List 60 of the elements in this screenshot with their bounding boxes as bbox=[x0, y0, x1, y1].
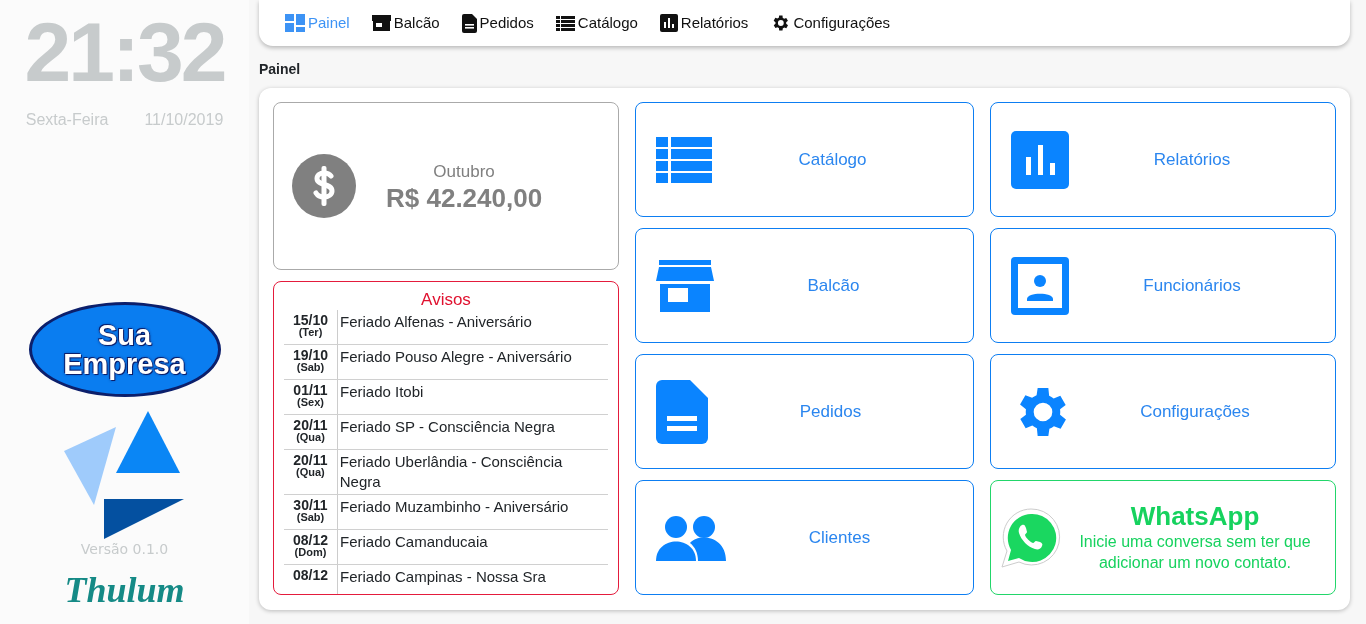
notice-date: 08/12 bbox=[292, 567, 328, 584]
logo-text: Sua bbox=[97, 320, 152, 350]
menu-tile[interactable]: Configurações bbox=[990, 354, 1336, 469]
notice-date: 20/11 bbox=[293, 417, 328, 434]
notice-text: Feriado Itobi bbox=[339, 382, 425, 403]
nav-link[interactable]: Balcão bbox=[371, 11, 440, 35]
list-icon bbox=[656, 136, 712, 183]
whatsapp-icon bbox=[999, 505, 1063, 570]
contact-icon bbox=[1011, 256, 1069, 315]
menu-tile[interactable]: Relatórios bbox=[990, 102, 1336, 217]
logo-text: Empresa bbox=[63, 349, 186, 379]
notice-date: 01/11 bbox=[293, 382, 328, 399]
dashboard-icon bbox=[285, 14, 305, 32]
brand-logo: Thulum bbox=[64, 572, 185, 608]
nav-link[interactable]: Relatórios bbox=[659, 11, 749, 35]
store-icon bbox=[371, 15, 391, 31]
whatsapp-tile[interactable]: WhatsApp Inicie uma conversa sem ter que adicionar um novo contato. bbox=[990, 480, 1336, 595]
notice-text: Feriado Muzambinho - Aniversário bbox=[339, 497, 570, 518]
store-icon bbox=[656, 259, 714, 312]
whatsapp-description: Inicie uma conversa sem ter que adicionar um novo contato. bbox=[1078, 532, 1312, 574]
nav-link[interactable]: Pedidos bbox=[461, 11, 534, 35]
notices-title: Avisos bbox=[420, 290, 472, 311]
triangle-logo-icon bbox=[63, 411, 186, 539]
nav-link[interactable]: Painel bbox=[285, 11, 350, 35]
notice-weekday: (Sex) bbox=[296, 397, 325, 409]
notice-date: 30/11 bbox=[293, 497, 328, 514]
notice-weekday: (Qua) bbox=[295, 467, 326, 479]
notice-date: 19/10 bbox=[292, 347, 328, 364]
month-label: Outubro bbox=[432, 160, 496, 183]
notice-weekday: (Sab) bbox=[295, 512, 326, 524]
menu-tile[interactable]: Balcão bbox=[635, 228, 974, 343]
list-icon bbox=[555, 15, 575, 31]
notice-weekday: (Qua) bbox=[295, 432, 326, 444]
bar-chart-icon bbox=[659, 14, 678, 32]
total-amount: R$ 42.240,00 bbox=[386, 184, 543, 214]
menu-tile[interactable]: Catálogo bbox=[635, 102, 974, 217]
dollar-icon bbox=[292, 154, 356, 218]
nav-link[interactable]: Configurações bbox=[770, 11, 891, 35]
notice-date: 15/10 bbox=[292, 312, 328, 329]
nav-link[interactable]: Catálogo bbox=[555, 11, 638, 35]
whatsapp-title: WhatsApp bbox=[1129, 501, 1261, 533]
menu-tile[interactable]: Funcionários bbox=[990, 228, 1336, 343]
notice-date: 20/11 bbox=[293, 452, 328, 469]
notice-text: Feriado Campinas - Nossa Sra bbox=[339, 567, 547, 588]
notice-text: Feriado SP - Consciência Negra bbox=[339, 417, 556, 438]
notice-weekday: (Dom) bbox=[293, 547, 328, 559]
notice-text: Feriado Uberlândia - Consciência Negra bbox=[338, 452, 564, 493]
notice-date: 08/12 bbox=[292, 532, 328, 549]
page-title: Painel bbox=[259, 60, 302, 79]
document-icon bbox=[461, 13, 477, 33]
notice-text: Feriado Pouso Alegre - Aniversário bbox=[339, 347, 573, 368]
notice-weekday: (Ter) bbox=[297, 327, 324, 339]
people-icon bbox=[656, 514, 726, 561]
document-icon bbox=[656, 379, 708, 444]
menu-tile[interactable]: Pedidos bbox=[635, 354, 974, 469]
notice-text: Feriado Camanducaia bbox=[339, 532, 489, 553]
bar-chart-icon bbox=[1011, 130, 1069, 189]
notice-text: Feriado Alfenas - Aniversário bbox=[339, 312, 533, 333]
menu-tile[interactable]: Clientes bbox=[635, 480, 974, 595]
notice-weekday: (Sab) bbox=[295, 362, 326, 374]
